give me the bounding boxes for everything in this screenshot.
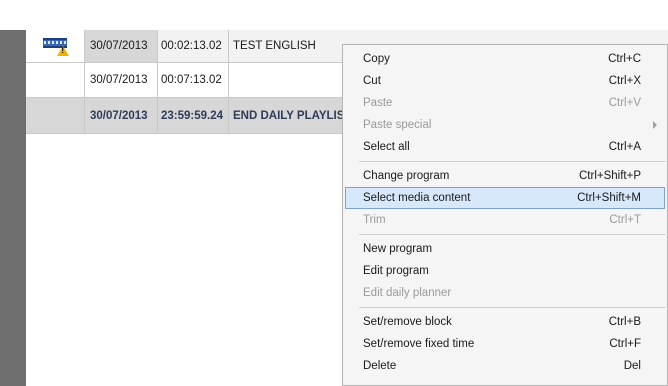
menu-item-label: Edit daily planner [363, 287, 452, 299]
menu-item-shortcut: Del [623, 360, 641, 372]
menu-item-delete[interactable]: Delete Del [343, 355, 667, 377]
menu-item-label: Edit program [363, 265, 429, 277]
menu-separator [359, 307, 665, 308]
menu-item-label: Select media content [363, 192, 471, 204]
menu-item-label: Delete [363, 360, 397, 372]
menu-item-select-media-content[interactable]: Select media content Ctrl+Shift+M [345, 187, 665, 209]
top-strip [0, 0, 668, 30]
menu-item-edit-daily-planner[interactable]: Edit daily planner [343, 282, 667, 304]
menu-item-label: Set/remove fixed time [363, 338, 475, 350]
menu-item-label: New program [363, 243, 433, 255]
date-cell: 30/07/2013 [84, 63, 157, 97]
date-cell: 30/07/2013 [84, 30, 157, 62]
menu-item-trim[interactable]: Trim Ctrl+T [343, 209, 667, 231]
menu-item-shortcut: Ctrl+Shift+M [577, 192, 641, 204]
menu-item-shortcut: Ctrl+C [608, 53, 641, 65]
menu-item-shortcut: Ctrl+V [608, 97, 641, 109]
time-cell: 00:02:13.02 [157, 30, 228, 62]
menu-item-shortcut: Ctrl+A [608, 141, 641, 153]
menu-item-shortcut: Ctrl+T [609, 214, 641, 226]
menu-item-label: Change program [363, 170, 450, 182]
menu-item-set-remove-block[interactable]: Set/remove block Ctrl+B [343, 311, 667, 333]
menu-item-paste-special[interactable]: Paste special [343, 114, 667, 136]
menu-item-shortcut: Ctrl+Shift+P [579, 170, 641, 182]
menu-item-copy[interactable]: Copy Ctrl+C [343, 48, 667, 70]
date-cell: 30/07/2013 [84, 98, 157, 133]
menu-item-shortcut: Ctrl+F [609, 338, 641, 350]
menu-item-label: Paste special [363, 119, 432, 131]
menu-separator [359, 161, 665, 162]
menu-item-set-remove-fixed-time[interactable]: Set/remove fixed time Ctrl+F [343, 333, 667, 355]
row-icon-cell [26, 63, 84, 97]
menu-item-shortcut: Ctrl+B [608, 316, 641, 328]
menu-item-label: Paste [363, 97, 393, 109]
menu-item-edit-program[interactable]: Edit program [343, 260, 667, 282]
menu-item-label: Select all [363, 141, 410, 153]
menu-item-label: Cut [363, 75, 381, 87]
film-warning-icon: ! [43, 38, 69, 56]
menu-item-select-all[interactable]: Select all Ctrl+A [343, 136, 667, 158]
row-header-bar [0, 30, 26, 386]
time-cell: 23:59:59.24 [157, 98, 228, 133]
menu-item-cut[interactable]: Cut Ctrl+X [343, 70, 667, 92]
row-icon-cell [26, 98, 84, 133]
menu-item-shortcut: Ctrl+X [608, 75, 641, 87]
menu-item-change-program[interactable]: Change program Ctrl+Shift+P [343, 165, 667, 187]
menu-item-label: Copy [363, 53, 390, 65]
submenu-arrow-icon [653, 121, 657, 129]
row-icon-cell: ! [26, 30, 84, 62]
menu-separator [359, 234, 665, 235]
menu-item-new-program[interactable]: New program [343, 238, 667, 260]
time-cell: 00:07:13.02 [157, 63, 228, 97]
menu-item-label: Trim [363, 214, 386, 226]
menu-item-paste[interactable]: Paste Ctrl+V [343, 92, 667, 114]
context-menu: Copy Ctrl+C Cut Ctrl+X Paste Ctrl+V Past… [342, 44, 668, 386]
menu-item-label: Set/remove block [363, 316, 452, 328]
